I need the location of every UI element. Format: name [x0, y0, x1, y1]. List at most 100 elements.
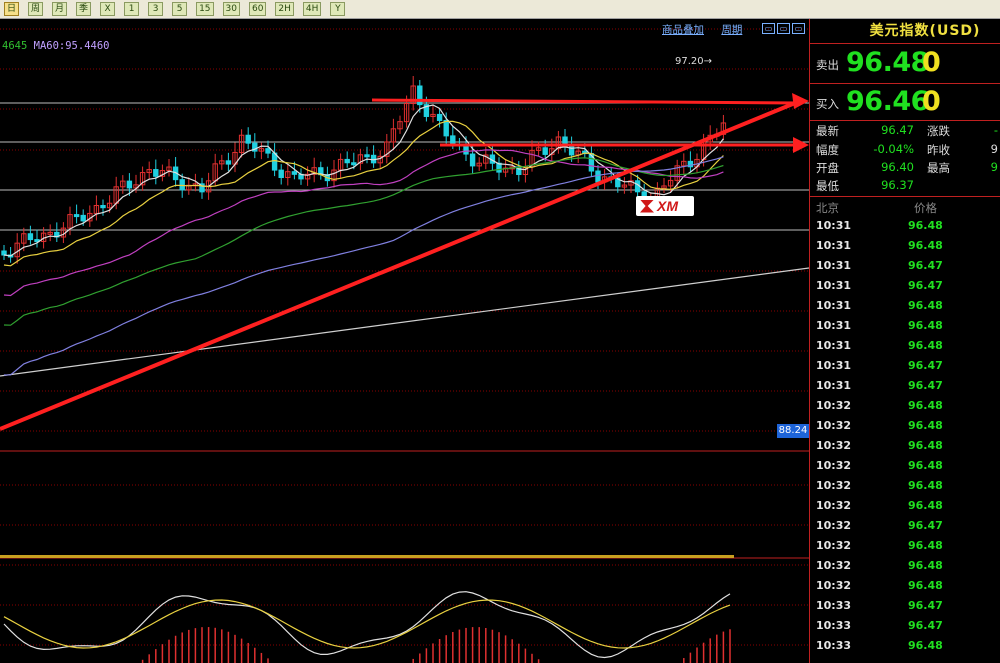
tick-price: 96.48: [908, 399, 943, 412]
buy-row: 买入 96.46 0: [810, 84, 1000, 122]
tick-time: 10:32: [816, 499, 852, 512]
ticks-header: 北京 价格: [810, 198, 1000, 216]
tick-price: 96.48: [908, 559, 943, 572]
period-button[interactable]: 日: [4, 2, 20, 16]
period-button[interactable]: 季: [76, 2, 92, 16]
period-button[interactable]: 2H: [275, 2, 294, 16]
tick-list[interactable]: 10:31 96.48 10:31 96.48 10:31 96.47 10:31 96.47…: [810, 216, 1000, 656]
prev-close-label: 昨收: [927, 143, 950, 157]
candle-body: [364, 154, 370, 158]
period-button[interactable]: 5: [172, 2, 188, 16]
tick-price: 96.48: [908, 479, 943, 492]
period-button[interactable]: 30: [222, 2, 240, 16]
open-value: 96.40: [881, 160, 914, 174]
price-axis-tag: 88.24: [777, 424, 809, 438]
period-button[interactable]: 60: [248, 2, 267, 16]
tick-price: 96.48: [908, 499, 943, 512]
tick-time: 10:32: [816, 399, 852, 412]
prev-close-value: 9: [990, 142, 998, 156]
tick-row: 10:32 96.48: [810, 456, 1000, 476]
tick-price: 96.48: [908, 219, 943, 232]
candle-body: [291, 171, 298, 175]
high-label: 最高: [927, 161, 950, 175]
minimize-icon[interactable]: ▭: [777, 23, 790, 34]
tick-price: 96.48: [908, 239, 943, 252]
tick-time: 10:31: [816, 379, 852, 392]
tick-row: 10:32 96.47: [810, 516, 1000, 536]
buy-volume: 0: [922, 86, 941, 117]
open-label: 开盘: [816, 161, 839, 175]
tick-price: 96.47: [908, 519, 943, 532]
period-button[interactable]: Y: [330, 2, 346, 16]
period-button[interactable]: X: [100, 2, 116, 16]
buy-label: 买入: [816, 97, 839, 111]
tick-price: 96.47: [908, 259, 943, 272]
sell-row: 卖出 96.48 0: [810, 45, 1000, 83]
period-button[interactable]: 15: [196, 2, 214, 16]
candle-body: [100, 205, 106, 209]
long-trend-line: [0, 267, 809, 377]
volume-strip: [0, 555, 734, 558]
candle-body: [450, 135, 456, 145]
restore-icon[interactable]: ▭: [762, 23, 775, 34]
tick-price: 96.48: [908, 439, 943, 452]
low-value: 96.37: [881, 178, 914, 192]
tick-time: 10:31: [816, 299, 852, 312]
xm-logo-text: XM: [657, 198, 678, 214]
ma-legend-value-a: 4645: [2, 40, 28, 52]
tick-row: 10:32 96.48: [810, 476, 1000, 496]
tick-row: 10:32 96.48: [810, 416, 1000, 436]
xm-mark-icon: [640, 199, 654, 213]
period-button[interactable]: 周: [28, 2, 44, 16]
chart-canvas[interactable]: [0, 19, 809, 663]
overlay-link[interactable]: 商品叠加: [662, 24, 704, 36]
period-button[interactable]: 1: [124, 2, 140, 16]
tick-time: 10:31: [816, 359, 852, 372]
divider: [810, 120, 1000, 121]
tick-row: 10:32 96.48: [810, 556, 1000, 576]
candle-body: [73, 214, 80, 218]
candle-body: [469, 153, 476, 167]
tick-time: 10:32: [816, 479, 852, 492]
period-button[interactable]: 4H: [302, 2, 322, 16]
amplitude-label: 幅度: [816, 143, 839, 157]
tick-time: 10:32: [816, 519, 852, 532]
amplitude-value: -0.04%: [873, 142, 914, 156]
buy-price: 96.46: [846, 86, 929, 117]
tick-time: 10:31: [816, 219, 852, 232]
tick-time: 10:33: [816, 639, 852, 652]
tick-time: 10:32: [816, 419, 852, 432]
ticks-price-header: 价格: [914, 201, 937, 215]
sell-label: 卖出: [816, 58, 839, 72]
tick-time: 10:32: [816, 579, 852, 592]
candle-body: [344, 158, 350, 164]
low-label: 最低: [816, 179, 839, 193]
arrow-head-icon: [792, 93, 809, 109]
symbol-title: 美元指数(USD): [810, 19, 1000, 44]
candle-body: [443, 119, 449, 137]
tick-time: 10:31: [816, 319, 852, 332]
latest-label: 最新: [816, 124, 839, 138]
period-button[interactable]: 月: [52, 2, 68, 16]
tick-row: 10:33 96.48: [810, 636, 1000, 656]
period-button[interactable]: 3: [148, 2, 164, 16]
ma-line-10: [3, 120, 724, 267]
tick-price: 96.48: [908, 299, 943, 312]
sell-volume: 0: [922, 47, 941, 78]
tick-row: 10:31 96.48: [810, 216, 1000, 236]
divider: [810, 196, 1000, 197]
tick-time: 10:31: [816, 239, 852, 252]
maximize-icon[interactable]: ▭: [792, 23, 805, 34]
change-label: 涨跌: [927, 124, 950, 138]
candle-body: [436, 113, 443, 121]
xm-logo: XM: [636, 196, 694, 216]
tick-price: 96.47: [908, 599, 943, 612]
tick-time: 10:31: [816, 279, 852, 292]
candlestick-chart[interactable]: 4645 MA60:95.4460 商品叠加 周期 ▭ ▭ ▭ 97.20→ X…: [0, 19, 809, 663]
candle-body: [351, 162, 357, 166]
period-link[interactable]: 周期: [721, 24, 742, 36]
tick-price: 96.47: [908, 279, 943, 292]
high-value: 9: [990, 160, 998, 174]
tick-row: 10:31 96.48: [810, 336, 1000, 356]
candle-body: [126, 180, 133, 189]
